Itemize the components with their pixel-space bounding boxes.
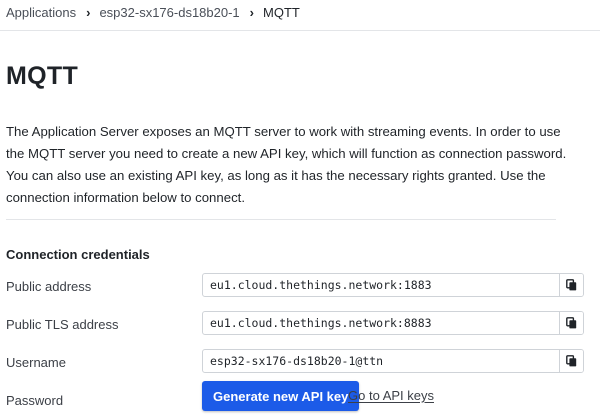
copy-username-button[interactable] bbox=[559, 350, 583, 372]
go-to-api-keys-link[interactable]: Go to API keys bbox=[348, 388, 434, 403]
password-label: Password bbox=[6, 393, 64, 408]
copy-public-address-button[interactable] bbox=[559, 274, 583, 296]
username-label: Username bbox=[6, 355, 66, 370]
copy-icon bbox=[566, 279, 577, 291]
breadcrumb-applications[interactable]: Applications bbox=[6, 5, 76, 20]
copy-public-tls-address-button[interactable] bbox=[559, 312, 583, 334]
header-divider bbox=[0, 30, 600, 31]
copy-icon bbox=[566, 317, 577, 329]
public-tls-address-label: Public TLS address bbox=[6, 317, 119, 332]
section-divider bbox=[6, 219, 556, 220]
username-field bbox=[202, 349, 584, 373]
breadcrumb-current: MQTT bbox=[263, 4, 300, 20]
username-input[interactable] bbox=[203, 350, 559, 372]
public-address-label: Public address bbox=[6, 279, 92, 294]
chevron-right-icon: › bbox=[86, 4, 91, 20]
breadcrumb-application[interactable]: esp32-sx176-ds18b20-1 bbox=[99, 5, 239, 20]
generate-api-key-button[interactable]: Generate new API key bbox=[202, 381, 360, 411]
page-description: The Application Server exposes an MQTT s… bbox=[6, 124, 567, 205]
copy-icon bbox=[566, 355, 577, 367]
public-address-field bbox=[202, 273, 584, 297]
public-tls-address-input[interactable] bbox=[203, 312, 559, 334]
chevron-right-icon: › bbox=[249, 4, 255, 20]
breadcrumb: Applications › esp32-sx176-ds18b20-1 › M… bbox=[6, 3, 300, 21]
page-title: MQTT bbox=[6, 62, 79, 90]
public-tls-address-field bbox=[202, 311, 584, 335]
public-address-input[interactable] bbox=[203, 274, 559, 296]
connection-credentials-title: Connection credentials bbox=[6, 247, 150, 262]
